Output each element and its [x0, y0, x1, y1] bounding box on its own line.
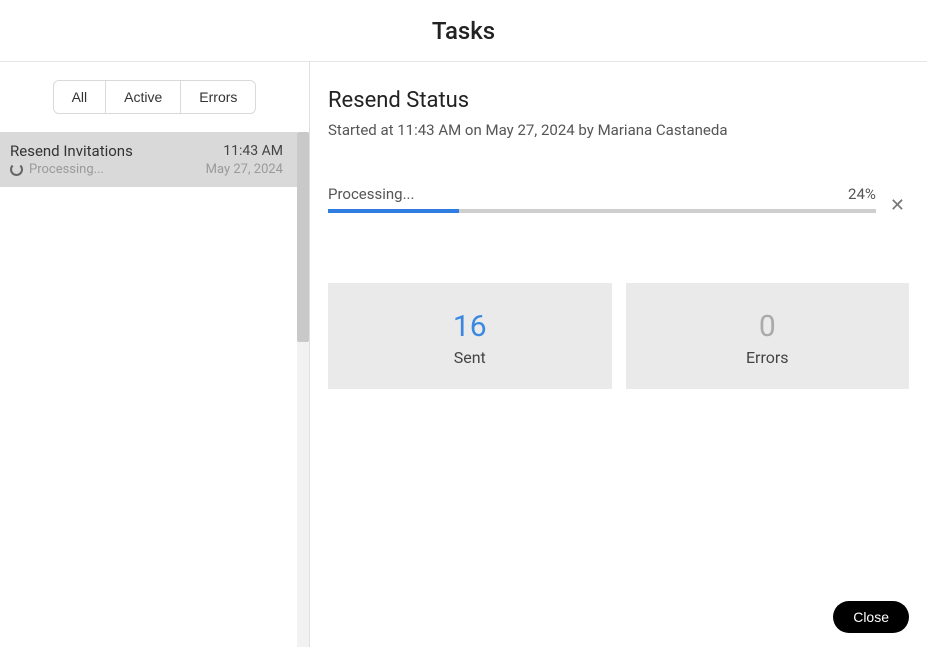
filter-active-button[interactable]: Active	[106, 81, 181, 113]
filter-group: All Active Errors	[53, 80, 257, 114]
task-status: Processing...	[29, 162, 104, 177]
task-list: Resend Invitations 11:43 AM Processing..…	[0, 132, 309, 647]
detail-subtitle: Started at 11:43 AM on May 27, 2024 by M…	[328, 121, 909, 139]
progress-bar	[328, 209, 876, 213]
progress-label: Processing...	[328, 185, 414, 203]
stat-sent-card: 16 Sent	[328, 283, 612, 389]
sidebar-scrollbar-thumb[interactable]	[297, 132, 309, 342]
page-title: Tasks	[432, 17, 495, 45]
sidebar-scrollbar[interactable]	[297, 132, 309, 647]
close-button[interactable]: Close	[833, 601, 909, 633]
progress-percent: 24%	[848, 185, 876, 203]
close-icon[interactable]: ✕	[886, 193, 909, 219]
task-name: Resend Invitations	[10, 142, 133, 160]
stat-sent-label: Sent	[338, 348, 602, 367]
task-date: May 27, 2024	[206, 162, 283, 177]
main-panel: Resend Status Started at 11:43 AM on May…	[310, 62, 927, 647]
task-item[interactable]: Resend Invitations 11:43 AM Processing..…	[0, 132, 297, 187]
stat-errors-label: Errors	[636, 348, 900, 367]
stat-errors-card: 0 Errors	[626, 283, 910, 389]
task-time: 11:43 AM	[223, 143, 283, 159]
filter-errors-button[interactable]: Errors	[181, 81, 255, 113]
page-body: All Active Errors Resend Invitations 11:…	[0, 62, 927, 647]
stats-row: 16 Sent 0 Errors	[328, 283, 909, 389]
sidebar: All Active Errors Resend Invitations 11:…	[0, 62, 310, 647]
filter-row: All Active Errors	[0, 62, 309, 132]
spinner-icon	[10, 163, 23, 176]
page-header: Tasks	[0, 0, 927, 62]
progress-fill	[328, 209, 459, 213]
stat-errors-value: 0	[636, 309, 900, 344]
detail-title: Resend Status	[328, 88, 909, 113]
stat-sent-value: 16	[338, 309, 602, 344]
progress-section: Processing... 24% ✕	[328, 179, 909, 219]
filter-all-button[interactable]: All	[54, 81, 107, 113]
